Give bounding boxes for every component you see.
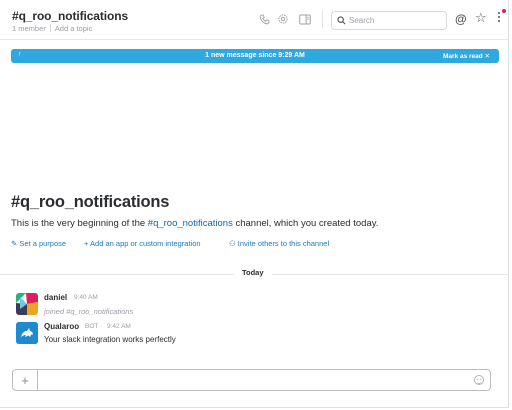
channel-window: #q_roo_notifications 1 member Add a topic… <box>0 0 509 408</box>
bot-badge: BOT <box>85 323 99 330</box>
mark-as-read-button[interactable]: Mark as read ✕ <box>443 52 490 60</box>
channel-meta: 1 member Add a topic <box>12 24 92 33</box>
meta-divider <box>49 24 51 32</box>
channel-header: #q_roo_notifications 1 member Add a topic… <box>0 0 509 40</box>
intro-title: #q_roo_notifications <box>11 193 170 211</box>
message-text: Your slack integration works perfectly <box>44 335 176 344</box>
add-topic-link[interactable]: Add a topic <box>55 24 93 33</box>
attach-plus-button[interactable]: + <box>13 370 38 390</box>
more-vertical-icon[interactable] <box>497 12 501 26</box>
message-timestamp[interactable]: 9:42 AM <box>107 323 131 330</box>
member-count[interactable]: 1 member <box>12 24 46 33</box>
avatar[interactable] <box>16 293 38 315</box>
sidebar-panel-icon[interactable] <box>298 12 312 26</box>
intro-text-start: This is the very beginning of the <box>11 218 148 229</box>
phone-icon[interactable] <box>257 12 271 26</box>
search-input[interactable] <box>349 13 443 28</box>
avatar[interactable] <box>16 322 38 344</box>
new-messages-banner[interactable]: ↑ 1 new message since 9:29 AM Mark as re… <box>11 49 499 63</box>
emoji-icon[interactable] <box>474 375 484 385</box>
message-item: Qualaroo BOT 9:42 AM Your slack integrat… <box>0 322 509 348</box>
message-item: daniel 9:40 AM joined #q_roo_notificatio… <box>0 293 509 319</box>
day-divider-label: Today <box>234 268 272 277</box>
new-messages-text[interactable]: 1 new message since 9:29 AM <box>11 52 499 59</box>
message-author[interactable]: daniel <box>44 293 67 302</box>
intro-text-end: channel, which you created today. <box>232 218 379 229</box>
set-purpose-link[interactable]: ✎ Set a purpose <box>11 239 66 248</box>
invite-others-link[interactable]: ⚇ Invite others to this channel <box>229 239 329 248</box>
intro-text: This is the very beginning of the #q_roo… <box>11 218 378 229</box>
header-divider <box>322 10 323 28</box>
search-icon <box>337 16 346 25</box>
at-mention-icon[interactable]: @ <box>455 12 467 26</box>
star-icon[interactable]: ☆ <box>475 11 487 24</box>
channel-link[interactable]: #q_roo_notifications <box>148 218 233 229</box>
notification-dot <box>502 9 506 13</box>
message-input[interactable] <box>43 373 463 387</box>
message-author[interactable]: Qualaroo <box>44 322 79 331</box>
message-composer: + <box>12 369 491 391</box>
channel-title[interactable]: #q_roo_notifications <box>12 9 128 23</box>
message-text: joined #q_roo_notifications <box>44 307 134 316</box>
message-timestamp[interactable]: 9:40 AM <box>74 294 98 301</box>
search-box[interactable] <box>331 11 447 30</box>
add-app-link[interactable]: + Add an app or custom integration <box>84 239 201 248</box>
gear-icon[interactable] <box>276 12 290 26</box>
